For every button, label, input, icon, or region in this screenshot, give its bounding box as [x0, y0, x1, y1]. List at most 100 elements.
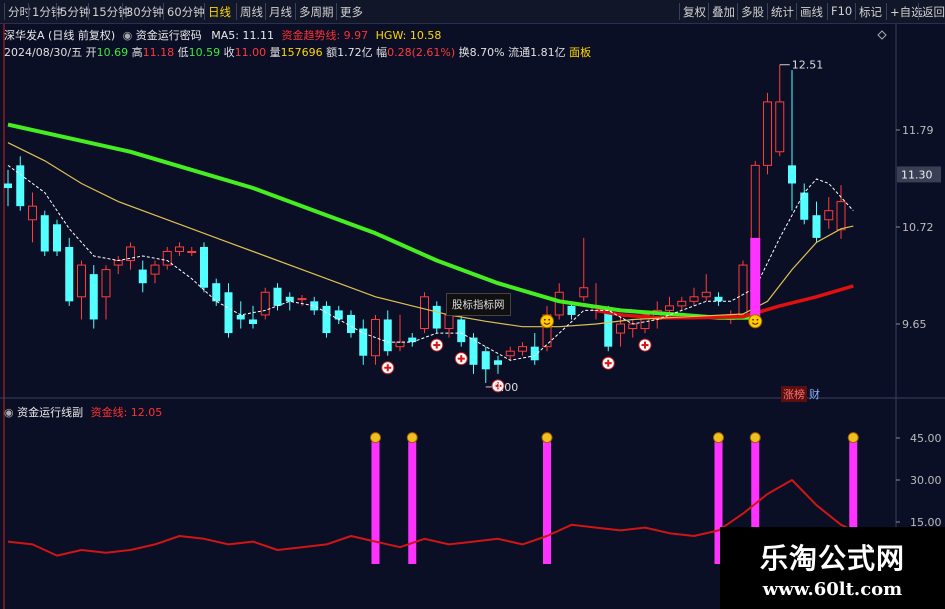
candle-body-41: [505, 350, 515, 357]
toolbar-right-5[interactable]: F10: [831, 4, 852, 18]
sub-tick-label-0: 45.00: [910, 432, 942, 445]
candle-body-8: [101, 269, 111, 298]
toolbar-item-5[interactable]: 60分钟: [167, 4, 205, 20]
toolbar-right-0[interactable]: 复权: [683, 4, 706, 20]
period-label: (日线 前复权): [48, 29, 116, 42]
toolbar-item-8[interactable]: 月线: [269, 4, 292, 20]
vol-value: 157696: [280, 46, 323, 59]
candle-body-23: [285, 296, 294, 302]
change-value: 0.28(2.61%): [387, 46, 456, 59]
candle-body-46: [567, 305, 576, 315]
toolbar-right-2[interactable]: 多股: [741, 4, 764, 20]
watermark-title: 乐淘公式网: [759, 542, 905, 575]
toolbar-item-7[interactable]: 周线: [240, 4, 263, 20]
candle-body-16: [200, 246, 208, 288]
low-value: 10.59: [188, 46, 221, 59]
zt-badge[interactable]: 涨榜: [781, 386, 807, 402]
smile-marker-0: [540, 314, 554, 329]
toolbar-item-10[interactable]: 更多: [340, 4, 363, 20]
candle-body-6: [77, 264, 86, 298]
candle-body-28: [347, 314, 355, 334]
toolbar-item-3[interactable]: 15分钟: [92, 4, 130, 20]
main-tick-label-0: 11.79: [902, 124, 934, 137]
candle-body-55: [677, 300, 687, 307]
candle-body-29: [359, 328, 368, 356]
high-label: 高: [131, 46, 143, 59]
candle-body-7: [89, 274, 98, 320]
amount-value: 1.72亿: [337, 46, 373, 59]
candle-body-34: [420, 296, 429, 330]
close-label: 收: [223, 46, 235, 59]
candle-body-26: [322, 305, 331, 334]
smile-eye-l-1: [752, 318, 754, 321]
indicator-name[interactable]: 资金运行密码: [136, 29, 202, 42]
main-magenta-bar: [750, 237, 761, 318]
candle-body-40: [494, 360, 502, 365]
candle-body-3: [40, 215, 49, 252]
main-tick-label-1: 10.72: [902, 221, 934, 234]
toolbar-item-9[interactable]: 多周期: [299, 4, 334, 20]
sub-line-value: 资金线: 12.05: [90, 406, 163, 419]
watermark-url: www.60lt.com: [762, 579, 903, 600]
candle-body-13: [162, 250, 172, 266]
candle-body-60: [738, 264, 748, 316]
watermark-tooltip: 股标指标网: [446, 293, 511, 316]
smile-eye-r-1: [756, 318, 759, 321]
candle-body-2: [28, 205, 37, 221]
candle-body-54: [665, 305, 674, 311]
toolbar-right-1[interactable]: 叠加: [712, 4, 735, 20]
candle-body-49: [604, 310, 613, 347]
candle-body-68: [836, 201, 846, 231]
candle-body-42: [518, 346, 527, 352]
sub-settings-icon[interactable]: ◉: [4, 406, 14, 419]
candle-body-18: [224, 292, 233, 334]
stock-name[interactable]: 深华发A: [4, 29, 45, 42]
candle-body-4: [53, 224, 61, 252]
candle-body-0: [4, 183, 12, 189]
date-label: 2024/08/30/五: [4, 46, 83, 59]
sub-coin-icon-5: [847, 432, 859, 444]
smile-eye-l-0: [543, 318, 546, 321]
header-row-2: 2024/08/30/五 开10.69 高11.18 低10.59 收11.00…: [4, 44, 591, 60]
toolbar-right-4[interactable]: 画线: [800, 4, 823, 20]
candle-body-62: [763, 101, 772, 166]
toolbar-right-3[interactable]: 统计: [771, 4, 794, 20]
toolbar-right-6[interactable]: 标记: [859, 4, 882, 20]
settings-icon[interactable]: ◉: [123, 29, 133, 42]
sub-magenta-bar-2: [543, 441, 551, 564]
toolbar-item-2[interactable]: 5分钟: [60, 4, 90, 20]
candle-body-47: [579, 287, 589, 298]
toolbar-right-8[interactable]: 返回: [922, 4, 945, 20]
candle-body-65: [800, 192, 809, 220]
cai-badge[interactable]: 财: [809, 386, 820, 402]
sub-coin-icon-0: [370, 432, 381, 444]
candle-body-9: [113, 260, 123, 266]
toolbar-item-1[interactable]: 1分钟: [32, 4, 62, 20]
candle-body-1: [16, 165, 25, 207]
candle-body-63: [775, 101, 785, 153]
sub-header: ◉ 资金运行线副 资金线: 12.05: [4, 404, 162, 420]
vol-label: 量: [269, 46, 281, 59]
panel-button[interactable]: 面板: [569, 46, 591, 59]
header-row-1: 深华发A (日线 前复权) ◉ 资金运行密码 MA5: 11.11 资金趋势线:…: [4, 27, 441, 43]
candle-body-51: [628, 323, 638, 330]
candle-body-32: [395, 341, 405, 348]
high-annot-label: 12.51: [792, 59, 824, 72]
kline-chart: 11.7910.729.6511.3045.0030.0015.0012.519…: [0, 24, 945, 609]
sub-indicator-name[interactable]: 资金运行线副: [17, 406, 83, 419]
main-tick-label-2: 9.65: [902, 318, 927, 331]
candle-body-19: [236, 314, 245, 320]
smile-eye-r-0: [548, 318, 551, 321]
sub-magenta-bar-0: [371, 441, 380, 564]
candle-body-66: [812, 215, 821, 238]
sub-coin-icon-3: [713, 432, 724, 444]
corner-diamond: [877, 30, 887, 40]
period-toolbar: 分时 1分钟 5分钟 15分钟 30分钟 60分钟 日线 周线 月线 多周期 更多 复权 叠加 多股 统计画…: [0, 0, 945, 24]
toolbar-item-6[interactable]: 日线: [208, 4, 231, 20]
sub-coin-icon-2: [541, 432, 553, 444]
smile-marker-1: [748, 314, 763, 329]
low-label: 低: [177, 46, 189, 59]
toolbar-item-4[interactable]: 30分钟: [126, 4, 164, 20]
close-value: 11.00: [234, 46, 267, 59]
candle-body-64: [788, 165, 796, 184]
